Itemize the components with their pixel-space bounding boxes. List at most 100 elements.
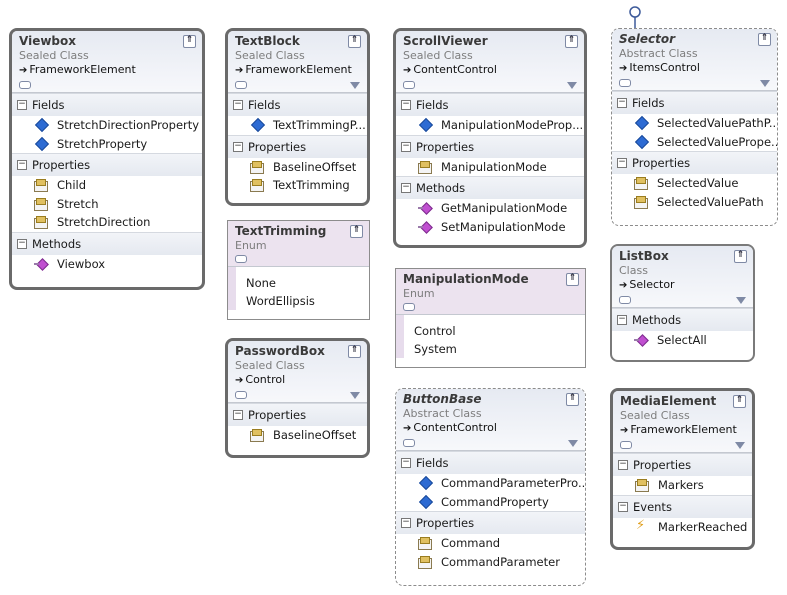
member-field[interactable]: TextTrimmingP... <box>228 116 367 135</box>
member-property[interactable]: SelectedValuePath <box>612 193 777 212</box>
section-events[interactable]: − Events <box>613 494 752 518</box>
section-toggle-icon[interactable]: − <box>401 458 411 468</box>
member-property[interactable]: Markers <box>613 476 752 495</box>
section-toggle-icon[interactable]: − <box>617 158 627 168</box>
class-scrollviewer[interactable]: ScrollViewer Sealed Class ➔ ContentContro… <box>393 28 587 248</box>
member-property[interactable]: Stretch <box>12 195 202 214</box>
member-property[interactable]: CommandParameter <box>396 553 585 572</box>
enum-header[interactable]: ManipulationMode Enum ⇑ <box>396 269 585 315</box>
class-header[interactable]: Selector Abstract Class ➔ ItemsControl ⇑ <box>612 29 777 91</box>
section-properties[interactable]: − Properties <box>228 134 367 158</box>
member-field[interactable]: StretchProperty <box>12 135 202 154</box>
member-method[interactable]: SelectAll <box>612 331 753 350</box>
toggle-icon[interactable] <box>235 391 247 399</box>
filter-icon[interactable] <box>567 82 577 89</box>
section-toggle-icon[interactable]: − <box>17 100 27 110</box>
collapse-icon[interactable]: ⇑ <box>758 33 771 46</box>
member-property[interactable]: SelectedValue <box>612 174 777 193</box>
class-viewbox[interactable]: Viewbox Sealed Class ➔ FrameworkElement ⇑… <box>9 28 205 290</box>
section-toggle-icon[interactable]: − <box>617 315 627 325</box>
toggle-icon[interactable] <box>19 81 31 89</box>
member-property[interactable]: BaselineOffset <box>228 158 367 177</box>
enum-value[interactable]: WordEllipsis <box>236 292 369 310</box>
member-property[interactable]: Command <box>396 534 585 553</box>
class-header[interactable]: MediaElement Sealed Class ➔ FrameworkElem… <box>613 391 752 453</box>
section-properties[interactable]: − Properties <box>396 511 585 534</box>
class-textblock[interactable]: TextBlock Sealed Class ➔ FrameworkElement… <box>225 28 370 206</box>
toggle-icon[interactable] <box>403 439 415 447</box>
toggle-icon[interactable] <box>235 81 247 89</box>
collapse-icon[interactable]: ⇑ <box>183 35 196 48</box>
section-methods[interactable]: − Methods <box>612 308 753 331</box>
class-header[interactable]: ListBox Class ➔ Selector ⇑ <box>612 246 753 308</box>
class-header[interactable]: ScrollViewer Sealed Class ➔ ContentContro… <box>396 31 584 93</box>
section-fields[interactable]: − Fields <box>612 91 777 114</box>
section-toggle-icon[interactable]: − <box>618 501 628 512</box>
collapse-icon[interactable]: ⇑ <box>565 35 578 48</box>
filter-icon[interactable] <box>736 297 746 304</box>
collapse-icon[interactable]: ⇑ <box>566 393 579 406</box>
toggle-icon[interactable] <box>403 81 415 89</box>
toggle-icon[interactable] <box>403 303 415 311</box>
class-selector[interactable]: Selector Abstract Class ➔ ItemsControl ⇑ … <box>611 28 778 226</box>
section-methods[interactable]: − Methods <box>12 231 202 255</box>
section-fields[interactable]: − Fields <box>228 93 367 116</box>
section-properties[interactable]: − Properties <box>228 403 367 426</box>
toggle-icon[interactable] <box>619 296 631 304</box>
section-toggle-icon[interactable]: − <box>617 98 627 108</box>
class-header[interactable]: ButtonBase Abstract Class ➔ ContentContro… <box>396 389 585 451</box>
section-fields[interactable]: − Fields <box>12 93 202 116</box>
enum-value[interactable]: System <box>404 340 585 358</box>
section-methods[interactable]: − Methods <box>396 176 584 199</box>
toggle-icon[interactable] <box>235 255 247 263</box>
class-mediaelement[interactable]: MediaElement Sealed Class ➔ FrameworkElem… <box>610 388 755 550</box>
member-property[interactable]: StretchDirection <box>12 213 202 232</box>
member-property[interactable]: BaselineOffset <box>228 426 367 445</box>
class-header[interactable]: Viewbox Sealed Class ➔ FrameworkElement ⇑ <box>12 31 202 93</box>
class-header[interactable]: PasswordBox Sealed Class ➔ Control ⇑ <box>228 341 367 403</box>
collapse-icon[interactable]: ⇑ <box>348 35 361 48</box>
section-toggle-icon[interactable]: − <box>233 410 243 420</box>
filter-icon[interactable] <box>350 82 360 89</box>
toggle-icon[interactable] <box>620 441 632 449</box>
collapse-icon[interactable]: ⇑ <box>733 395 746 408</box>
filter-icon[interactable] <box>350 392 360 399</box>
collapse-icon[interactable]: ⇑ <box>734 250 747 263</box>
member-method[interactable]: Viewbox <box>12 255 202 274</box>
collapse-icon[interactable]: ⇑ <box>348 345 361 358</box>
member-event[interactable]: MarkerReached <box>613 518 752 537</box>
section-toggle-icon[interactable]: − <box>401 183 411 193</box>
member-method[interactable]: SetManipulationMode <box>396 218 584 237</box>
section-properties[interactable]: − Properties <box>613 453 752 476</box>
member-field[interactable]: SelectedValuePrope... <box>612 133 777 152</box>
section-toggle-icon[interactable]: − <box>233 100 243 110</box>
section-properties[interactable]: − Properties <box>12 153 202 176</box>
class-buttonbase[interactable]: ButtonBase Abstract Class ➔ ContentContro… <box>395 388 586 586</box>
section-toggle-icon[interactable]: − <box>401 100 411 110</box>
section-toggle-icon[interactable]: − <box>401 141 411 152</box>
enum-header[interactable]: TextTrimming Enum ⇑ <box>228 221 369 267</box>
collapse-icon[interactable]: ⇑ <box>566 273 579 286</box>
member-field[interactable]: ManipulationModeProp... <box>396 116 584 135</box>
section-toggle-icon[interactable]: − <box>618 460 628 470</box>
filter-icon[interactable] <box>760 80 770 87</box>
filter-icon[interactable] <box>735 442 745 449</box>
member-property[interactable]: TextTrimming <box>228 176 367 195</box>
member-property[interactable]: ManipulationMode <box>396 158 584 177</box>
section-toggle-icon[interactable]: − <box>17 160 27 170</box>
enum-manipulationmode[interactable]: ManipulationMode Enum ⇑ Control System <box>395 268 586 368</box>
member-field[interactable]: CommandParameterPro... <box>396 474 585 493</box>
class-passwordbox[interactable]: PasswordBox Sealed Class ➔ Control ⇑ − Pro… <box>225 338 370 458</box>
class-header[interactable]: TextBlock Sealed Class ➔ FrameworkElement… <box>228 31 367 93</box>
member-method[interactable]: GetManipulationMode <box>396 199 584 218</box>
member-property[interactable]: Child <box>12 176 202 195</box>
class-listbox[interactable]: ListBox Class ➔ Selector ⇑ − Methods Selec… <box>610 244 755 362</box>
filter-icon[interactable] <box>568 440 578 447</box>
section-toggle-icon[interactable]: − <box>401 518 411 528</box>
section-fields[interactable]: − Fields <box>396 93 584 116</box>
enum-value[interactable]: None <box>236 274 369 292</box>
enum-texttrimming[interactable]: TextTrimming Enum ⇑ None WordEllipsis <box>227 220 370 320</box>
collapse-icon[interactable]: ⇑ <box>350 225 363 238</box>
enum-value[interactable]: Control <box>404 322 585 340</box>
section-toggle-icon[interactable]: − <box>233 141 243 152</box>
